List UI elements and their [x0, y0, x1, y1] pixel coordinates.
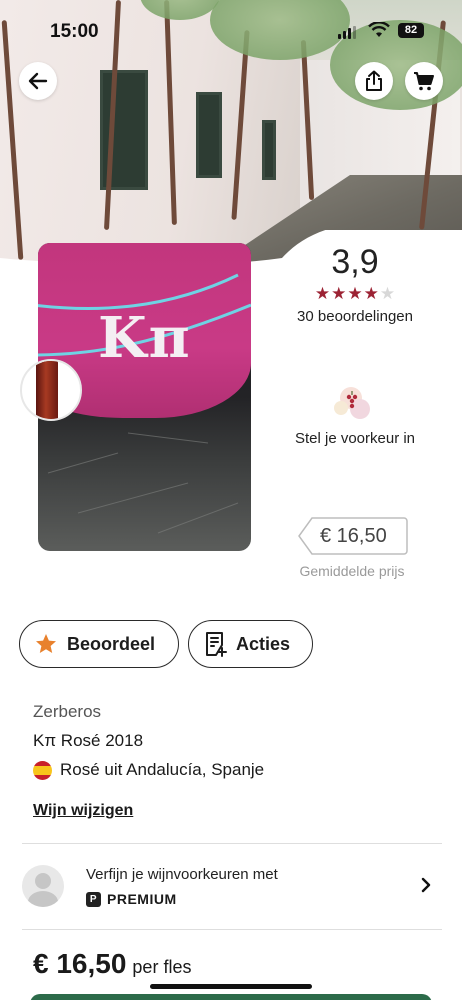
premium-badge: P PREMIUM [86, 891, 177, 907]
status-bar: 15:00 82 [0, 0, 462, 60]
wine-name: Kπ Rosé 2018 [33, 731, 144, 750]
actions-button-label: Acties [236, 633, 291, 654]
wine-region-text: Rosé uit Andalucía, Spanje [60, 760, 265, 779]
cart-button[interactable] [405, 62, 443, 100]
label-texture [47, 432, 239, 534]
star-icon [36, 634, 56, 653]
rating-stars: ★ ★ ★ ★ ★ [280, 285, 430, 302]
price-value: € 16,50 [33, 948, 127, 979]
signal-icon [338, 26, 356, 39]
winery-name[interactable]: Zerberos [33, 702, 101, 722]
average-price-caption: Gemiddelde prijs [299, 563, 405, 579]
chevron-right-icon [421, 877, 431, 893]
spain-flag-icon [33, 760, 52, 780]
hero-window [196, 92, 222, 178]
premium-badge-label: PREMIUM [107, 891, 177, 907]
hero-window [262, 120, 276, 180]
average-price-tag[interactable]: € 16,50 [298, 517, 408, 555]
avatar [22, 865, 64, 907]
rating-count: 30 beoordelingen [297, 308, 413, 325]
star-icon: ★ [314, 284, 331, 303]
star-icon: ★ [331, 284, 347, 303]
divider [22, 929, 442, 930]
premium-upsell-row[interactable]: Verfijn je wijnvoorkeuren met P PREMIUM [0, 845, 462, 929]
status-time: 15:00 [50, 21, 99, 42]
avatar-head [35, 873, 51, 889]
divider [22, 843, 442, 844]
home-indicator[interactable] [150, 984, 312, 989]
wine-label-text: Kπ [98, 305, 192, 371]
bottle-thumbnail[interactable] [20, 359, 82, 421]
star-icon: ★ [347, 284, 363, 303]
premium-text: Verfijn je wijnvoorkeuren met [86, 866, 278, 883]
actions-button[interactable]: Acties [188, 620, 313, 668]
star-icon: ★ [363, 284, 379, 303]
price-unit: per fles [132, 957, 192, 977]
bottle-icon [36, 361, 58, 419]
taste-profile-icon[interactable] [332, 383, 372, 423]
cart-icon [414, 72, 434, 91]
rate-button-label: Beoordeel [67, 633, 156, 654]
back-arrow-icon [28, 72, 48, 90]
rate-button[interactable]: Beoordeel [19, 620, 179, 668]
star-icon: ★ [379, 284, 396, 303]
grape-icon [346, 391, 358, 409]
battery-icon: 82 [398, 23, 424, 38]
share-icon [366, 70, 382, 91]
rating-block[interactable]: 3,9 ★ ★ ★ ★ ★ 30 beoordelingen [280, 243, 430, 325]
share-button[interactable] [355, 62, 393, 100]
footer-price: € 16,50 per fles [33, 948, 191, 980]
back-button[interactable] [19, 62, 57, 100]
add-to-cart-button[interactable] [30, 994, 432, 1000]
premium-logo-icon: P [86, 891, 101, 907]
wine-region[interactable]: Rosé uit Andalucía, Spanje [33, 760, 264, 780]
avatar-body [28, 891, 58, 907]
wifi-icon [368, 22, 390, 37]
edit-wine-link[interactable]: Wijn wijzigen [33, 802, 133, 820]
rating-score: 3,9 [331, 243, 379, 281]
notepad-icon [206, 632, 227, 657]
average-price-value: € 16,50 [320, 525, 387, 547]
set-preference-link[interactable]: Stel je voorkeur in [270, 430, 440, 447]
